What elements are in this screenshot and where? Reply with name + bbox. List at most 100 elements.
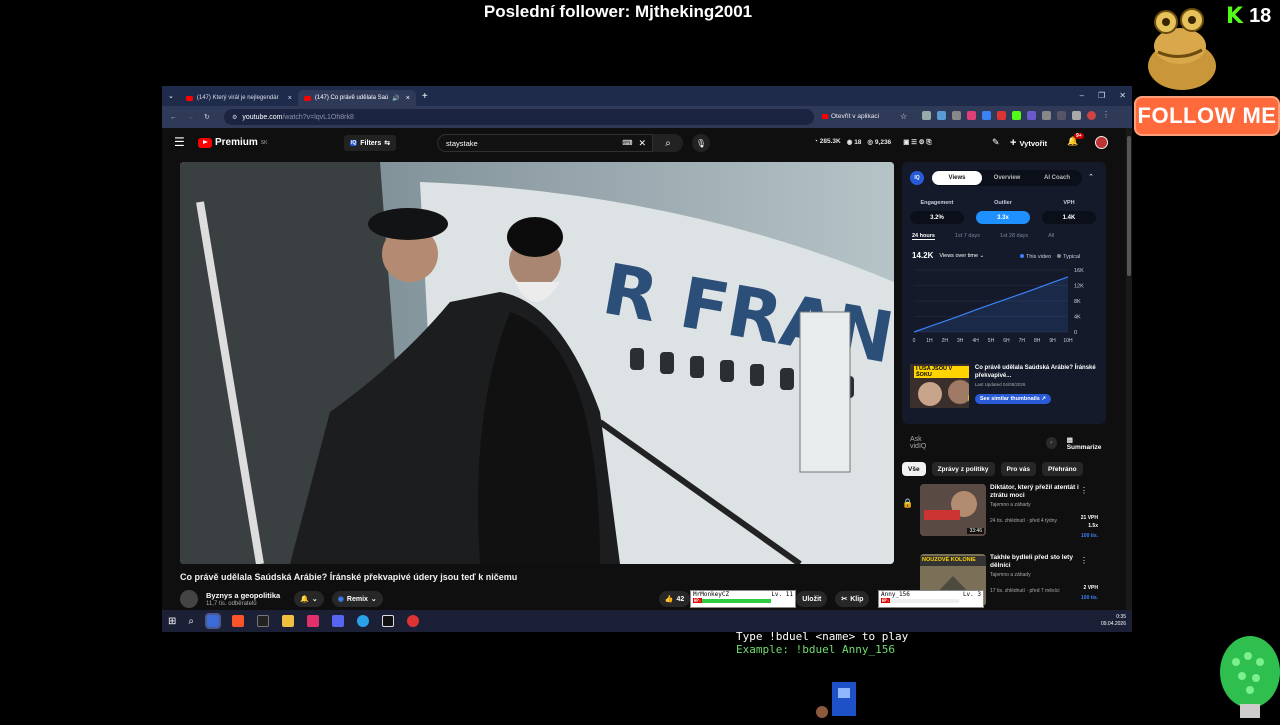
- file-explorer-icon[interactable]: [282, 615, 294, 627]
- extension-icon[interactable]: [922, 111, 931, 120]
- extension-icon[interactable]: [937, 111, 946, 120]
- search-icon: ⌕: [665, 137, 671, 149]
- like-button[interactable]: 👍 42: [658, 591, 691, 607]
- chart-x-tick-label: 4H: [972, 338, 979, 344]
- site-info-icon[interactable]: ⚙: [232, 114, 237, 121]
- profile-avatar-icon[interactable]: [1087, 111, 1096, 120]
- tab-2[interactable]: (147) Co právě udělala Saú 🔊 ×: [297, 90, 416, 106]
- taskbar-search-icon[interactable]: ⌕: [188, 616, 194, 627]
- bookmark-star-icon[interactable]: ☆: [900, 112, 907, 121]
- tab-ai-coach[interactable]: AI Coach: [1032, 171, 1082, 185]
- more-options-icon[interactable]: ⋮: [1080, 486, 1088, 495]
- filters-label: Filters: [360, 139, 382, 147]
- download-icon[interactable]: [1072, 111, 1081, 120]
- edge-icon[interactable]: [357, 615, 369, 627]
- chrome-icon[interactable]: [205, 613, 221, 629]
- restore-icon[interactable]: ❐: [1098, 91, 1105, 100]
- see-similar-thumbnails-button[interactable]: See similar thumbnails ↗: [974, 394, 1051, 404]
- chip-for-you[interactable]: Pro vás: [1000, 462, 1037, 476]
- page-scrollbar[interactable]: [1126, 128, 1132, 610]
- open-in-app-button[interactable]: Otevřít v aplikaci ☆: [822, 112, 907, 121]
- minimize-icon[interactable]: –: [1080, 91, 1084, 100]
- tab-overview[interactable]: Overview: [982, 171, 1032, 185]
- search-button[interactable]: ⌕: [653, 134, 683, 152]
- extension-icon[interactable]: [1057, 111, 1066, 120]
- clear-search-icon[interactable]: ✕: [638, 138, 646, 149]
- save-button[interactable]: Uložit: [796, 591, 828, 607]
- close-window-icon[interactable]: ✕: [1119, 91, 1126, 100]
- send-arrow-icon[interactable]: ›: [1045, 437, 1057, 449]
- reload-icon[interactable]: ↻: [204, 113, 210, 121]
- vidiq-filters-button[interactable]: IQ Filters ⇆: [344, 135, 397, 151]
- remix-button[interactable]: ◉ Remix ⌄: [331, 591, 383, 607]
- channel-avatar[interactable]: [180, 590, 198, 608]
- app-icon[interactable]: [257, 615, 269, 627]
- vidiq-toolbar-icons[interactable]: ▣ ☰ ⚙ ⎘: [903, 138, 931, 147]
- video-thumbnail[interactable]: I USA JSOU V ŠOKU: [910, 364, 969, 408]
- account-avatar[interactable]: [1095, 136, 1108, 149]
- speaker-icon[interactable]: 🔊: [392, 95, 399, 102]
- new-tab-button[interactable]: +: [422, 91, 428, 102]
- tab-1[interactable]: (147) Který virál je nejlegendár ×: [180, 90, 298, 106]
- more-options-icon[interactable]: ⋮: [1080, 556, 1088, 565]
- save-label: Uložit: [802, 595, 822, 603]
- period-24h[interactable]: 24 hours: [912, 233, 935, 240]
- video-thumbnail[interactable]: 33:46: [920, 484, 986, 536]
- system-clock[interactable]: 0:35 09.04.2026: [1101, 614, 1126, 628]
- chip-all[interactable]: Vše: [902, 462, 926, 476]
- chip-politics[interactable]: Zprávy z politiky: [931, 462, 995, 476]
- ask-vidiq-row: Ask vidIQ › ▤ Summarize: [902, 434, 1106, 452]
- create-button[interactable]: + Vytvořit: [1010, 137, 1047, 149]
- summarize-button[interactable]: ▤ Summarize: [1067, 436, 1106, 451]
- keyboard-icon[interactable]: ⌨: [622, 139, 632, 147]
- extension-icon[interactable]: [997, 111, 1006, 120]
- notifications-button[interactable]: 🔔 9+: [1067, 133, 1084, 147]
- extension-icon[interactable]: [952, 111, 961, 120]
- brave-icon[interactable]: [232, 615, 244, 627]
- collapse-chevron-icon[interactable]: ⌃: [1088, 173, 1094, 181]
- extension-icon[interactable]: [1027, 111, 1036, 120]
- channel-name[interactable]: Byznys a geopolitika: [206, 591, 280, 600]
- videos-stat: ◉ 18: [846, 139, 862, 146]
- period-tabs: 24 hours 1st 7 days 1st 28 days All: [912, 233, 1054, 240]
- duel-example-line: Example: !bduel Anny_156: [736, 643, 895, 656]
- search-input[interactable]: staystake ⌨ ✕: [437, 134, 653, 152]
- instagram-icon[interactable]: [307, 615, 319, 627]
- chart-legend: This video Typical: [1020, 254, 1080, 260]
- browser-menu-icon[interactable]: ⋮: [1102, 111, 1111, 120]
- forward-icon[interactable]: →: [187, 114, 194, 121]
- period-7d[interactable]: 1st 7 days: [955, 233, 980, 240]
- windows-start-icon[interactable]: ⊞: [168, 616, 176, 627]
- vidiq-chat-icon[interactable]: ✎: [992, 137, 1000, 148]
- tab-search-chevron-icon[interactable]: ⌄: [168, 92, 174, 100]
- obs-icon[interactable]: [407, 615, 419, 627]
- subscribe-bell-button[interactable]: 🔔 ⌄: [294, 591, 324, 607]
- puzzle-extensions-icon[interactable]: [1042, 111, 1051, 120]
- youtube-header: ☰ Premium SK IQ Filters ⇆ staystake ⌨ ✕ …: [162, 128, 1126, 158]
- close-tab-icon[interactable]: ×: [288, 95, 292, 102]
- back-icon[interactable]: ←: [170, 114, 177, 121]
- app-icon[interactable]: [382, 615, 394, 627]
- channel-info[interactable]: Byznys a geopolitika 11,7 tis. odběratel…: [206, 591, 280, 607]
- extension-icon[interactable]: [982, 111, 991, 120]
- ask-vidiq-input[interactable]: Ask vidIQ: [910, 436, 938, 450]
- discord-icon[interactable]: [332, 615, 344, 627]
- extension-icon[interactable]: [967, 111, 976, 120]
- period-28d[interactable]: 1st 28 days: [1000, 233, 1028, 240]
- kick-extension-icon[interactable]: [1012, 111, 1021, 120]
- voice-search-button[interactable]: 🎙: [692, 134, 710, 152]
- recommended-video[interactable]: 🔒 33:46 Diktátor, který přežil atentát i…: [902, 484, 1106, 546]
- youtube-premium-logo[interactable]: Premium SK: [198, 137, 267, 148]
- video-player[interactable]: R FRAN: [180, 162, 894, 564]
- url-field[interactable]: ⚙ youtube.com/watch?v=lqvL1Oh8rk8: [224, 109, 814, 125]
- player1-hp-bar: HP:: [693, 598, 771, 603]
- hamburger-menu-icon[interactable]: ☰: [174, 136, 185, 148]
- chip-watched[interactable]: Přehráno: [1042, 462, 1083, 476]
- close-tab-icon[interactable]: ×: [406, 95, 410, 102]
- tab-views[interactable]: Views: [932, 171, 982, 185]
- vidiq-vph-badge: 2 VPH 100 tis.: [1081, 585, 1098, 601]
- clip-button[interactable]: ✂ Klip: [835, 591, 870, 607]
- views-dropdown[interactable]: Views over time ⌄: [939, 253, 984, 259]
- period-all[interactable]: All: [1048, 233, 1054, 240]
- remix-label: Remix: [346, 595, 368, 603]
